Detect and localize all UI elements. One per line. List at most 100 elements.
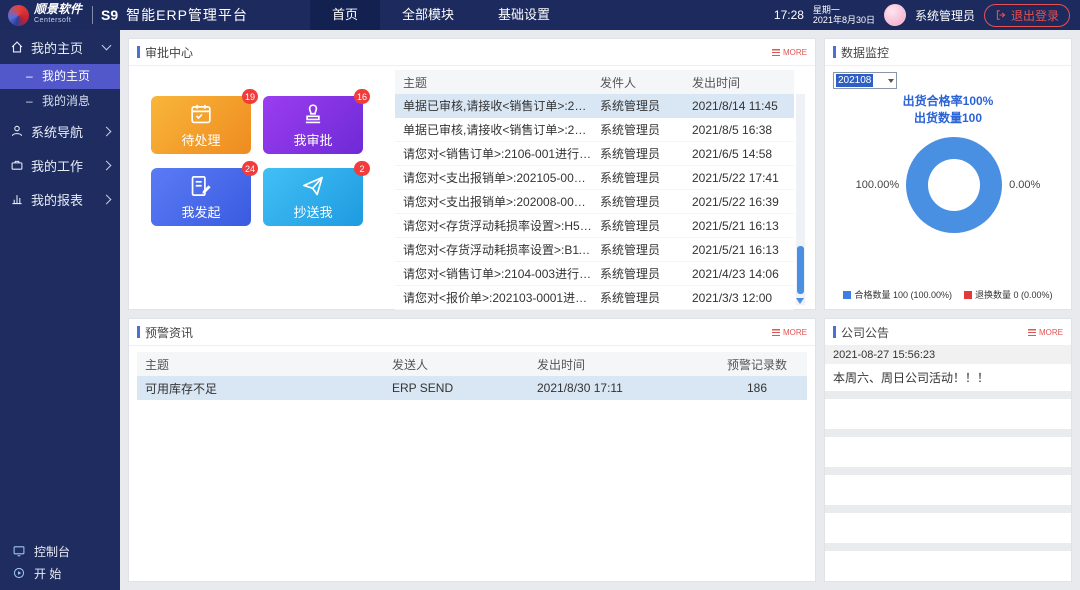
row-sender: 系统管理员 (600, 217, 692, 234)
logout-button[interactable]: 退出登录 (984, 4, 1070, 27)
badge-count: 24 (242, 161, 258, 176)
clock: 17:28 (774, 8, 804, 22)
row-sender: 系统管理员 (600, 265, 692, 282)
user-icon (10, 124, 25, 138)
tile-pending[interactable]: 19 待处理 (151, 96, 251, 154)
announcement-placeholder (825, 551, 1071, 581)
user-avatar[interactable] (884, 4, 906, 26)
sidebar-item-my-work[interactable]: 我的工作 (0, 148, 120, 182)
data-monitor-panel: 数据监控 202108 出货合格率100% 出货数量100 100.00% 0.… (824, 38, 1072, 310)
sidebar-item-my-home[interactable]: 我的主页 (0, 30, 120, 64)
column-subject: 主题 (137, 356, 392, 373)
announcement-placeholder (825, 437, 1071, 467)
sidebar-item-label: 系统导航 (31, 122, 83, 141)
period-select[interactable]: 202108 (833, 72, 897, 89)
tile-my-approvals[interactable]: 16 我审批 (263, 96, 363, 154)
table-row[interactable]: 请您对<支出报销单>:202105-0002进行[审核] 系统管理员 2021/… (395, 166, 794, 190)
sidebar-item-system-nav[interactable]: 系统导航 (0, 114, 120, 148)
donut-right-label: 0.00% (1009, 179, 1040, 191)
row-sender: 系统管理员 (600, 97, 692, 114)
table-row[interactable]: 请您对<销售订单>:2104-003进行[一审] 系统管理员 2021/4/23… (395, 262, 794, 286)
logout-label: 退出登录 (1011, 7, 1059, 24)
tab-all-modules[interactable]: 全部模块 (380, 0, 476, 30)
product-code: S9 (101, 7, 118, 23)
row-sender: 系统管理员 (600, 289, 692, 306)
brand-name: 顺景软件 (34, 4, 82, 15)
sidebar-item-my-reports[interactable]: 我的报表 (0, 182, 120, 216)
approval-tiles: 19 待处理 16 我审批 (129, 66, 387, 309)
divider (92, 6, 93, 24)
header-right: 17:28 星期一 2021年8月30日 系统管理员 退出登录 (774, 4, 1080, 27)
brand-logo: 顺景软件 Centersoft (0, 4, 82, 26)
approve-stamp-icon (300, 101, 326, 127)
table-row[interactable]: 请您对<存货浮动耗损率设置>:B11000001进行[审核] 系统管理员 202… (395, 238, 794, 262)
table-header: 主题 发送人 发出时间 预警记录数 (137, 352, 807, 376)
donut-chart-row: 100.00% 0.00% (833, 137, 1063, 233)
user-name: 系统管理员 (915, 7, 975, 24)
tile-cc-me[interactable]: 2 抄送我 (263, 168, 363, 226)
row-time: 2021/3/3 12:00 (692, 291, 794, 305)
approval-table: 主题 发件人 发出时间 单据已审核,请接收<销售订单>:2105-001 系统管… (395, 70, 805, 305)
alerts-more-link[interactable]: MORE (772, 328, 807, 337)
table-row[interactable]: 单据已审核,请接收<销售订单>:2105-001 系统管理员 2021/8/14… (395, 94, 794, 118)
tile-label: 待处理 (181, 130, 220, 149)
tab-home[interactable]: 首页 (310, 0, 380, 30)
paper-plane-icon (300, 173, 326, 199)
tile-label: 抄送我 (293, 202, 332, 221)
sidebar-subitem-my-messages[interactable]: 我的消息 (0, 89, 120, 114)
scrollbar-thumb[interactable] (797, 246, 804, 294)
sidebar-subitem-my-home[interactable]: 我的主页 (0, 64, 120, 89)
row-sender: 系统管理员 (600, 241, 692, 258)
table-row[interactable]: 请您对<报价单>:202103-0001进行[审核] 系统管理员 2021/3/… (395, 286, 794, 310)
table-row[interactable]: 可用库存不足 ERP SEND 2021/8/30 17:11 186 (137, 376, 807, 400)
announcement-placeholder (825, 513, 1071, 543)
chevron-right-icon (102, 126, 112, 136)
home-icon (10, 40, 25, 54)
table-scrollbar[interactable] (796, 94, 805, 305)
row-subject: 单据已审核,请接收<销售订单>:2104-002 (395, 121, 600, 138)
legend-swatch-blue (843, 291, 851, 299)
table-row[interactable]: 单据已审核,请接收<销售订单>:2104-002 系统管理员 2021/8/5 … (395, 118, 794, 142)
row-time: 2021/5/22 16:39 (692, 195, 794, 209)
console-button[interactable]: 控制台 (0, 540, 120, 562)
table-row[interactable]: 请您对<销售订单>:2106-001进行[一审] 系统管理员 2021/6/5 … (395, 142, 794, 166)
date: 2021年8月30日 (813, 15, 875, 25)
row-sender: 系统管理员 (600, 193, 692, 210)
panel-title: 预警资讯 (145, 324, 193, 341)
announcements-more-link[interactable]: MORE (1028, 328, 1063, 337)
panel-accent-bar (833, 46, 836, 58)
chart-legend: 合格数量 100 (100.00%) 退换数量 0 (0.00%) (833, 288, 1063, 301)
shipment-quantity: 出货数量100 (833, 110, 1063, 127)
scroll-down-arrow-icon[interactable] (796, 298, 804, 304)
sidebar-item-label: 我的工作 (31, 156, 83, 175)
row-time: 2021/8/30 17:11 (537, 381, 707, 395)
top-header: 顺景软件 Centersoft S9 智能ERP管理平台 首页 全部模块 基础设… (0, 0, 1080, 30)
approval-more-link[interactable]: MORE (772, 48, 807, 57)
row-time: 2021/6/5 14:58 (692, 147, 794, 161)
donut-chart (906, 137, 1002, 233)
start-button[interactable]: 开 始 (0, 562, 120, 584)
legend-item-qualified: 合格数量 100 (100.00%) (843, 288, 952, 301)
badge-count: 16 (354, 89, 370, 104)
announcements-list: 2021-08-27 15:56:23 本周六、周日公司活动！！！ (825, 346, 1071, 581)
row-sender: 系统管理员 (600, 121, 692, 138)
tab-basic-settings[interactable]: 基础设置 (476, 0, 572, 30)
more-label: MORE (783, 48, 807, 57)
row-subject: 可用库存不足 (137, 380, 392, 397)
row-sender: 系统管理员 (600, 169, 692, 186)
row-time: 2021/8/5 16:38 (692, 123, 794, 137)
announcement-item[interactable]: 2021-08-27 15:56:23 本周六、周日公司活动！！！ (825, 346, 1071, 391)
table-row[interactable]: 请您对<存货浮动耗损率设置>:H54R1S006002进行[审核] 系统管理员 … (395, 214, 794, 238)
period-select-value: 202108 (836, 74, 873, 87)
tile-my-initiated[interactable]: 24 我发起 (151, 168, 251, 226)
row-sender: 系统管理员 (600, 145, 692, 162)
chevron-down-icon (102, 41, 112, 51)
announcement-placeholder (825, 399, 1071, 429)
legend-label: 合格数量 100 (100.00%) (854, 288, 952, 301)
table-row[interactable]: 请您对<支出报销单>:202008-0001进行[审核] 系统管理员 2021/… (395, 190, 794, 214)
donut-left-label: 100.00% (856, 179, 899, 191)
console-label: 控制台 (34, 543, 70, 560)
approval-center-panel: 审批中心 MORE 19 待处理 (128, 38, 816, 310)
announcement-placeholder (825, 475, 1071, 505)
row-subject: 请您对<支出报销单>:202105-0002进行[审核] (395, 169, 600, 186)
